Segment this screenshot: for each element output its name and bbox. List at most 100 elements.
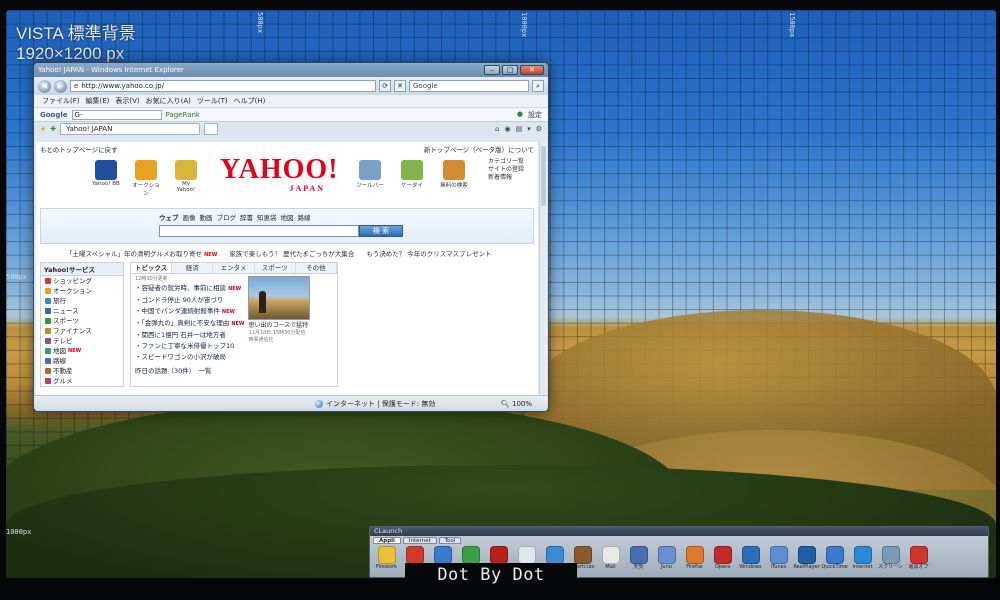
yahoo-japan-logo[interactable]: YAHOO! JAPAN [220, 156, 339, 194]
search-tab-blog[interactable]: ブログ [217, 212, 237, 222]
tab-other[interactable]: その他 [296, 263, 338, 273]
minimize-button[interactable]: – [484, 65, 500, 75]
tab-economy[interactable]: 経済 [172, 263, 214, 273]
service-toolbar[interactable]: ツールバー [356, 160, 384, 189]
launcher-item[interactable]: Opera [709, 546, 736, 571]
sidebar-item-real-estate[interactable]: 不動産 [41, 366, 123, 376]
list-item[interactable]: ・ゴンドラ停止 90人が宙づり [135, 295, 244, 306]
list-item[interactable]: ・スピードワゴンの小沢が破局 [135, 352, 244, 363]
close-button[interactable]: ✕ [520, 65, 544, 75]
topic-photo-image[interactable] [248, 276, 311, 320]
back-button[interactable]: ◀ [38, 79, 51, 93]
add-favorites-icon[interactable]: ✚ [50, 125, 56, 133]
tab-appli[interactable]: Appli [373, 537, 401, 544]
print-icon[interactable]: ▤ [516, 125, 523, 133]
feeds-icon[interactable]: ◉ [504, 125, 510, 133]
launcher-item[interactable]: Internet [849, 546, 876, 571]
launcher-item[interactable]: スクリーン [877, 546, 904, 571]
search-input[interactable]: Google [409, 80, 529, 92]
search-tab-images[interactable]: 画像 [183, 212, 196, 222]
sidebar-item-travel[interactable]: 旅行 [41, 296, 123, 306]
search-tab-map[interactable]: 地図 [281, 212, 294, 222]
address-bar[interactable]: e http://www.yahoo.co.jp/ [70, 80, 376, 92]
category-list-link[interactable]: カテゴリ一覧 [488, 158, 524, 166]
scrollbar-thumb[interactable] [541, 146, 546, 206]
launcher-item[interactable]: iTunes [765, 546, 792, 571]
menu-tools[interactable]: ツール(T) [197, 96, 228, 106]
list-item[interactable]: ・容疑者の就労時、事前に相談 NEW [135, 283, 244, 295]
tab-yahoo-japan[interactable]: Yahoo! JAPAN [60, 123, 201, 135]
service-yahoo-bb[interactable]: Yahoo! BB [92, 160, 120, 187]
search-tab-transit[interactable]: 路線 [298, 212, 311, 222]
settings-icon[interactable]: ● [517, 110, 523, 120]
promo-link[interactable]: 家族で楽しもう！ 歴代たまごっちが大集合 [229, 248, 354, 258]
search-tab-dictionary[interactable]: 辞書 [240, 212, 253, 222]
tab-topics[interactable]: トピックス [131, 263, 173, 273]
page-menu-icon[interactable]: ▾ [527, 125, 531, 133]
refresh-button[interactable]: ⟳ [379, 80, 391, 92]
favorites-star-icon[interactable]: ★ [40, 125, 46, 133]
security-zone[interactable]: インターネット | 保護モード: 無効 [315, 399, 435, 409]
menu-file[interactable]: ファイル(F) [42, 96, 80, 106]
yahoo-search-input[interactable] [159, 225, 359, 237]
stop-button[interactable]: ✕ [394, 80, 406, 92]
topic-photo[interactable]: 思い出のコースで猛特 11月18日 15時30分配信 時事通信社 [248, 276, 311, 375]
menu-edit[interactable]: 編集(E) [86, 96, 110, 106]
sidebar-item-tv[interactable]: テレビ [41, 336, 123, 346]
list-item[interactable]: ・関西に1億円 石井一は地方者 [135, 330, 244, 341]
launcher-item[interactable]: 電源オプ [905, 546, 932, 571]
tab-entertainment[interactable]: エンタメ [213, 263, 255, 273]
vertical-scrollbar[interactable] [539, 142, 547, 395]
launcher-item[interactable]: Juno [653, 546, 680, 571]
new-tab-button[interactable] [204, 123, 219, 135]
new-info-link[interactable]: 新着情報 [488, 174, 524, 182]
list-item[interactable]: ・中国でパンダ連続射殺事件 NEW [135, 306, 244, 318]
sidebar-item-transit[interactable]: 路線 [41, 356, 123, 366]
launcher-item[interactable]: Firefox [681, 546, 708, 571]
menu-help[interactable]: ヘルプ(H) [234, 96, 266, 106]
tab-tool[interactable]: Tool [438, 537, 462, 544]
maximize-button[interactable]: □ [502, 65, 518, 75]
sidebar-item-gourmet[interactable]: グルメ [41, 376, 123, 386]
list-item[interactable]: ・ファンに丁寧な米俳優トップ10 [135, 341, 244, 352]
launcher-item[interactable]: QuickTime [821, 546, 848, 571]
sidebar-item-shopping[interactable]: ショッピング [41, 276, 123, 286]
launcher-item[interactable]: Firework [373, 546, 400, 571]
service-mobile[interactable]: ケータイ [398, 160, 426, 189]
back-to-old-top-link[interactable]: もとのトップページに戻す [40, 144, 118, 154]
ie-window[interactable]: Yahoo! JAPAN - Windows Internet Explorer… [33, 62, 549, 412]
yahoo-search-button[interactable]: 検 索 [359, 225, 403, 237]
launcher-item[interactable]: RealPlayer [793, 546, 820, 571]
sidebar-item-map[interactable]: 地図 NEW [41, 346, 123, 356]
settings-label[interactable]: 設定 [528, 110, 542, 120]
promo-link[interactable]: 「土曜スペシャル」年の清明グルメお取り寄せ NEW [66, 248, 217, 258]
promo-link[interactable]: もう決めた？ 今年のクリスマスプレゼント [366, 248, 491, 258]
topic-photo-caption[interactable]: 思い出のコースで猛特 [248, 322, 310, 330]
list-item[interactable]: ・「金弾丸の」真剣に不安な理由 NEW [135, 318, 244, 330]
search-icon[interactable]: ⌕ [532, 80, 544, 92]
tab-internet[interactable]: Internet [402, 537, 437, 544]
home-icon[interactable]: ⌂ [495, 125, 499, 133]
topics-more-link[interactable]: 昨日の話題（30件） 一覧 [135, 365, 244, 375]
ie-titlebar[interactable]: Yahoo! JAPAN - Windows Internet Explorer… [34, 63, 548, 77]
search-tab-chiebukuro[interactable]: 知恵袋 [257, 212, 277, 222]
service-free-search[interactable]: 無料の検索 [440, 160, 468, 189]
google-toolbar-input[interactable]: G- [71, 109, 162, 120]
forward-button[interactable]: ▶ [54, 79, 67, 93]
sidebar-item-finance[interactable]: ファイナンス [41, 326, 123, 336]
launcher-item[interactable]: Mail [597, 546, 624, 571]
menu-favorites[interactable]: お気に入り(A) [146, 96, 191, 106]
new-top-info-link[interactable]: 新トップページ（ベータ版）について [424, 144, 534, 154]
launcher-item[interactable]: Windows [737, 546, 764, 571]
tools-menu-icon[interactable]: ⚙ [536, 125, 542, 133]
menu-view[interactable]: 表示(V) [115, 96, 139, 106]
site-register-link[interactable]: サイトの登録 [488, 166, 524, 174]
service-my-yahoo[interactable]: My Yahoo! [172, 160, 200, 193]
sidebar-item-news[interactable]: ニュース [41, 306, 123, 316]
search-tab-video[interactable]: 動画 [200, 212, 213, 222]
service-auction[interactable]: オークション [132, 160, 160, 197]
sidebar-item-auction[interactable]: オークション [41, 286, 123, 296]
sidebar-item-sports[interactable]: スポーツ [41, 316, 123, 326]
search-tab-web[interactable]: ウェブ [159, 212, 179, 222]
launcher-item[interactable]: 天気 [625, 546, 652, 571]
